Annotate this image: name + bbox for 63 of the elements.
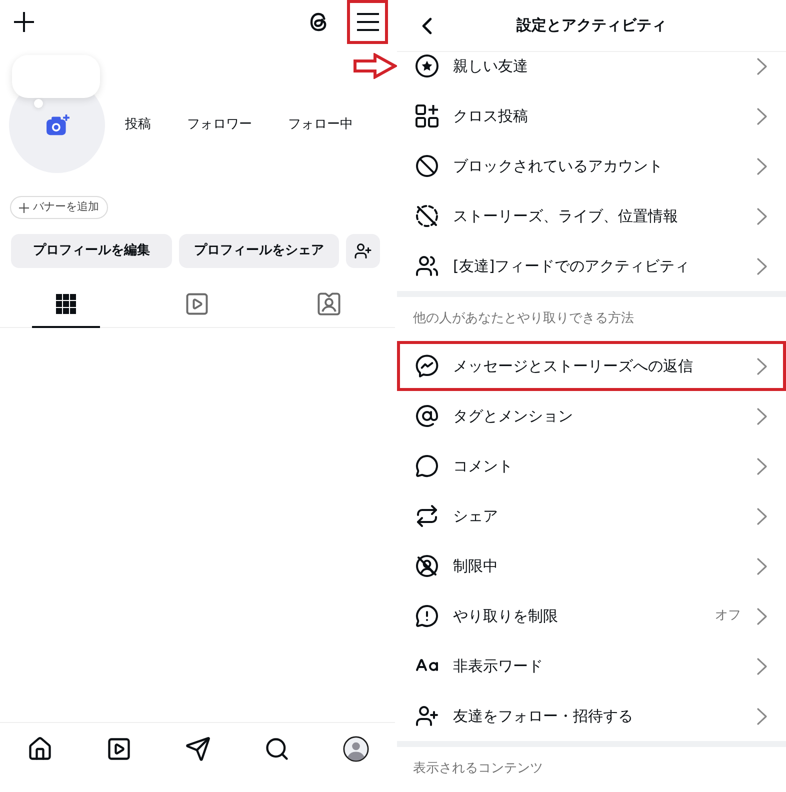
settings-row[interactable]: 非表示ワード [397, 641, 786, 691]
plus-icon [19, 202, 29, 212]
profile-button[interactable]: プロフィールをシェア [178, 234, 339, 268]
settings-row[interactable]: [友達]フィードでのアクティビティ [397, 241, 786, 291]
chevron-right-icon [757, 108, 767, 124]
person-slash-icon [415, 554, 439, 578]
chevron-right-icon [757, 458, 767, 474]
add-person-button[interactable] [346, 234, 380, 268]
settings-row[interactable]: タグとメンション [397, 391, 786, 441]
search-icon[interactable] [264, 736, 290, 762]
chat-bubble-icon [415, 354, 439, 378]
menu-button[interactable] [347, 0, 388, 44]
chevron-right-icon [757, 558, 767, 574]
people-icon [415, 254, 439, 278]
play-square-icon[interactable] [106, 736, 132, 762]
at-sign-icon [415, 404, 439, 428]
settings-row[interactable]: クロス投稿 [397, 91, 786, 141]
settings-row[interactable]: やり取りを制限 オフ [397, 591, 786, 641]
profile-button[interactable]: プロフィールを編集 [11, 234, 172, 268]
settings-row[interactable]: 親しい友達 [397, 52, 786, 91]
page-title: 設定とアクティビティ [515, 15, 668, 36]
chevron-right-icon [757, 58, 767, 74]
chevron-right-icon [757, 208, 767, 224]
camera-plus-icon [45, 114, 71, 136]
section-heading: 他の人があなたとやり取りできる方法 [413, 310, 634, 328]
add-person-icon [415, 704, 439, 728]
repeat-arrows-icon [415, 504, 439, 528]
settings-row[interactable]: コメント [397, 441, 786, 491]
dashed-circle-slash-icon [415, 204, 439, 228]
chevron-right-icon [757, 158, 767, 174]
prohibited-icon [415, 154, 439, 178]
menu-icon [356, 13, 378, 31]
paper-plane-icon[interactable] [184, 736, 210, 762]
grid-icon [56, 294, 76, 314]
alert-bubble-icon [415, 604, 439, 628]
chevron-right-icon [757, 508, 767, 524]
section-heading: 表示されるコンテンツ [413, 760, 543, 778]
settings-row[interactable]: ブロックされているアカウント [397, 141, 786, 191]
settings-row[interactable]: メッセージとストーリーズへの返信 [397, 341, 786, 391]
tagged-person-icon [316, 291, 342, 317]
play-square-icon [184, 291, 210, 317]
stat-label[interactable]: フォロワー [187, 115, 252, 135]
plus-icon[interactable] [14, 12, 34, 32]
stat-label[interactable]: 投稿 [125, 115, 151, 135]
home-icon[interactable] [26, 736, 52, 762]
chevron-right-icon [757, 408, 767, 424]
settings-row[interactable]: シェア [397, 491, 786, 541]
chevron-right-icon [757, 658, 767, 674]
settings-row[interactable]: 制限中 [397, 541, 786, 591]
settings-row[interactable]: ストーリーズ、ライブ、位置情報 [397, 191, 786, 241]
chevron-right-icon [757, 608, 767, 624]
add-person-icon [354, 242, 372, 260]
avatar-icon[interactable] [342, 736, 368, 762]
comment-bubble-icon [415, 454, 439, 478]
chevron-right-icon [757, 708, 767, 724]
settings-row[interactable]: 友達をフォロー・招待する [397, 691, 786, 741]
add-banner-button[interactable]: バナーを追加 [10, 196, 108, 219]
squares-plus-icon [415, 104, 439, 128]
stat-label[interactable]: フォロー中 [288, 115, 353, 135]
star-circle-icon [415, 54, 439, 78]
row-value: オフ [715, 607, 741, 626]
chevron-right-icon [757, 358, 767, 374]
chevron-right-icon [757, 258, 767, 274]
